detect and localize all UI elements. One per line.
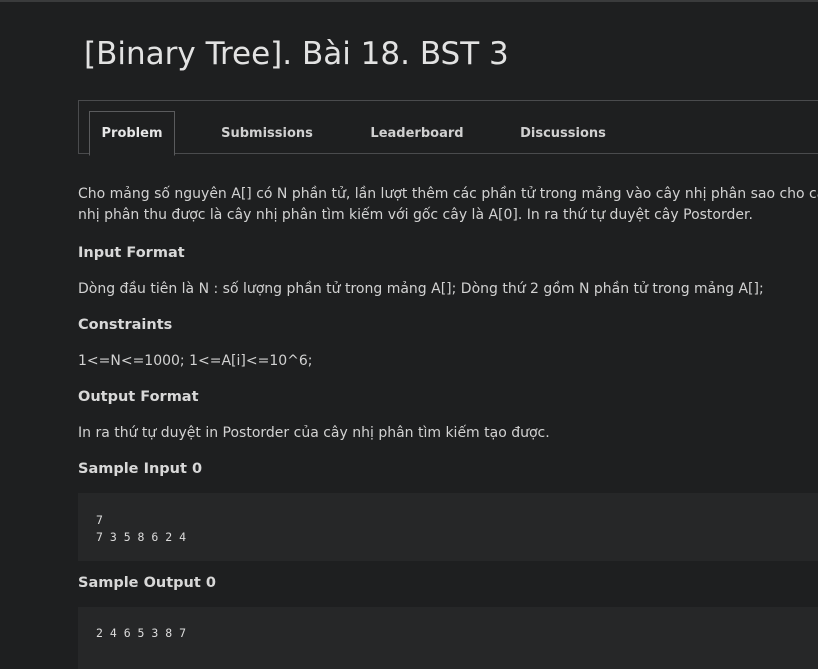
output-format-text: In ra thứ tự duyệt in Postorder của cây … bbox=[78, 425, 550, 441]
sample-output-heading: Sample Output 0 bbox=[78, 575, 216, 591]
sample-output-code: 2 4 6 5 3 8 7 bbox=[78, 607, 818, 669]
input-format-heading: Input Format bbox=[78, 245, 185, 261]
input-format-text: Dòng đầu tiên là N : số lượng phần tử tr… bbox=[78, 281, 764, 297]
tab-submissions[interactable]: Submissions bbox=[217, 111, 317, 156]
sample-input-heading: Sample Input 0 bbox=[78, 461, 203, 477]
tab-discussions[interactable]: Discussions bbox=[513, 111, 613, 156]
problem-description-line-1: Cho mảng số nguyên A[] có N phần tử, lần… bbox=[78, 186, 818, 202]
tab-bar: Problem Submissions Leaderboard Discussi… bbox=[78, 100, 818, 156]
output-format-heading: Output Format bbox=[78, 389, 199, 405]
tab-leaderboard[interactable]: Leaderboard bbox=[367, 111, 467, 156]
problem-statement: Cho mảng số nguyên A[] có N phần tử, lần… bbox=[78, 184, 818, 226]
constraints-text: 1<=N<=1000; 1<=A[i]<=10^6; bbox=[78, 353, 313, 369]
top-divider bbox=[0, 0, 818, 2]
problem-description-line-2: nhị phân thu được là cây nhị phân tìm ki… bbox=[78, 207, 753, 223]
sample-input-code: 7 7 3 5 8 6 2 4 bbox=[78, 493, 818, 561]
tab-problem[interactable]: Problem bbox=[89, 111, 175, 156]
page-title: [Binary Tree]. Bài 18. BST 3 bbox=[84, 36, 509, 72]
constraints-heading: Constraints bbox=[78, 317, 173, 333]
